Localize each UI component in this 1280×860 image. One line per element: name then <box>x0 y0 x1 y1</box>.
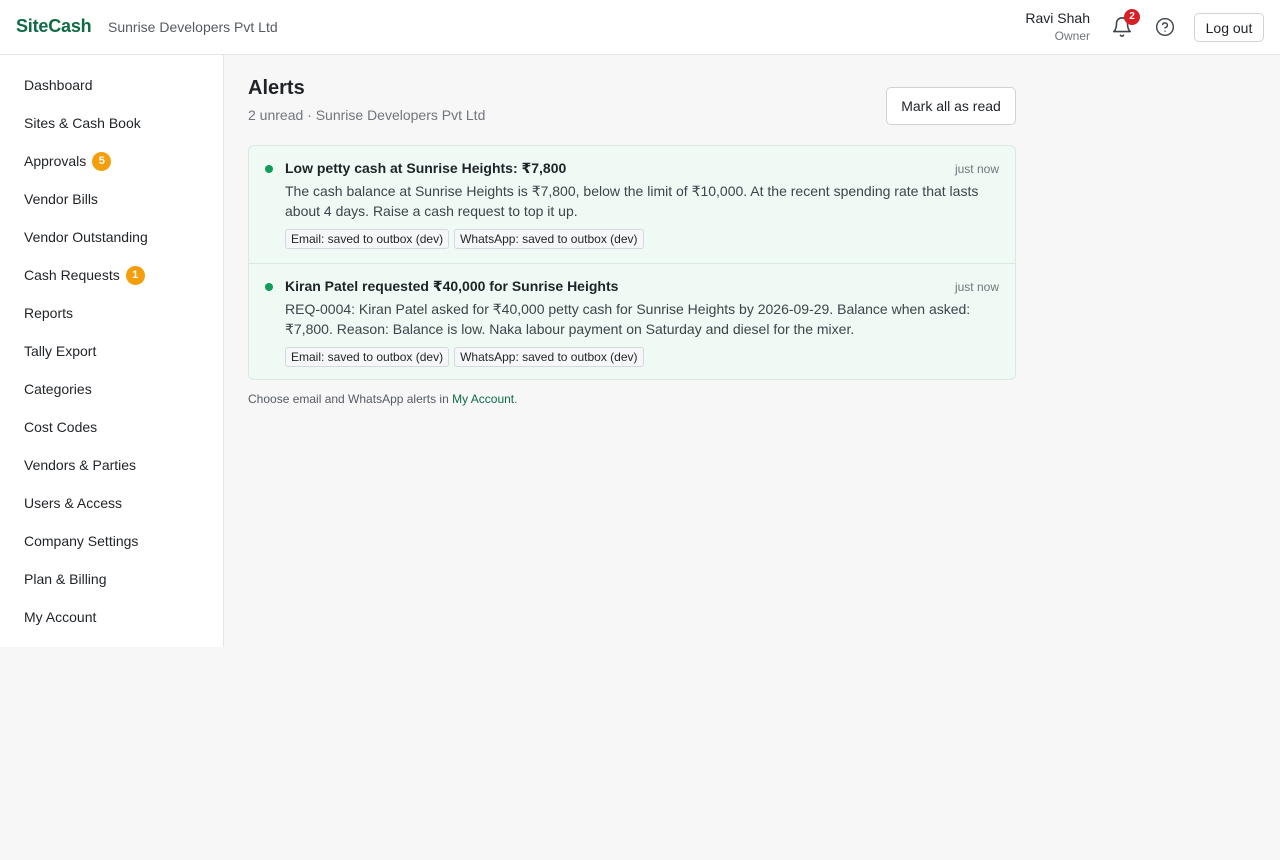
top-bar: SiteCash Sunrise Developers Pvt Ltd Ravi… <box>0 0 1280 55</box>
sidebar-item-users-access[interactable]: Users & Access <box>24 493 122 513</box>
sidebar-item-reports[interactable]: Reports <box>24 303 73 323</box>
company-name: Sunrise Developers Pvt Ltd <box>108 19 278 35</box>
alerts-list: Low petty cash at Sunrise Heights: ₹7,80… <box>248 145 1016 380</box>
sidebar-item-label: Reports <box>24 305 74 321</box>
approvals-count-badge: 5 <box>92 151 112 171</box>
email-status-chip: Email: saved to outbox (dev) <box>285 347 450 367</box>
sidebar-item-label: Cost Codes <box>24 419 98 435</box>
sidebar-item-company-settings[interactable]: Company Settings <box>24 531 138 551</box>
notification-count-badge: 2 <box>1124 9 1140 25</box>
sidebar-item-label: Users & Access <box>24 495 123 511</box>
sidebar-item-label: Vendor Outstanding <box>24 229 148 245</box>
page-subtitle: 2 unread · Sunrise Developers Pvt Ltd <box>248 107 486 123</box>
unread-dot-icon <box>265 283 273 291</box>
my-account-link[interactable]: My Account <box>452 392 514 406</box>
footnote-suffix: . <box>514 392 518 406</box>
delivery-status-chips: Email: saved to outbox (dev) WhatsApp: s… <box>285 347 644 367</box>
sidebar-item-label: My Account <box>24 609 97 625</box>
sidebar-item-cash-requests[interactable]: Cash Requests 1 <box>24 265 145 285</box>
alert-preferences-note: Choose email and WhatsApp alerts in My A… <box>248 392 517 406</box>
sidebar-item-label: Cash Requests <box>24 267 120 283</box>
sidebar-item-categories[interactable]: Categories <box>24 379 92 399</box>
sidebar-item-label: Sites & Cash Book <box>24 115 141 131</box>
sidebar-item-label: Vendors & Parties <box>24 457 137 473</box>
alert-body: REQ-0004: Kiran Patel asked for ₹40,000 … <box>285 301 971 337</box>
sidebar-item-vendors-parties[interactable]: Vendors & Parties <box>24 455 136 475</box>
email-status-chip: Email: saved to outbox (dev) <box>285 229 450 249</box>
sidebar: Dashboard Sites & Cash Book Approvals 5 V… <box>0 55 224 647</box>
whatsapp-status-chip: WhatsApp: saved to outbox (dev) <box>454 229 644 249</box>
sidebar-item-vendor-bills[interactable]: Vendor Bills <box>24 189 98 209</box>
unread-dot-icon <box>265 165 273 173</box>
sidebar-item-label: Tally Export <box>24 343 97 359</box>
sidebar-item-label: Plan & Billing <box>24 571 107 587</box>
alert-item[interactable]: Low petty cash at Sunrise Heights: ₹7,80… <box>249 146 1015 263</box>
mark-all-read-button[interactable]: Mark all as read <box>886 87 1016 125</box>
footnote-text: Choose email and WhatsApp alerts in <box>248 392 453 406</box>
brand-logo[interactable]: SiteCash <box>16 16 92 37</box>
sidebar-item-label: Vendor Bills <box>24 191 98 207</box>
user-role: Owner <box>1054 29 1090 43</box>
alert-title: Kiran Patel requested ₹40,000 for Sunris… <box>285 278 619 294</box>
logout-button[interactable]: Log out <box>1194 13 1264 42</box>
alert-title: Low petty cash at Sunrise Heights: ₹7,80… <box>285 160 567 176</box>
delivery-status-chips: Email: saved to outbox (dev) WhatsApp: s… <box>285 229 644 249</box>
sidebar-item-vendor-outstanding[interactable]: Vendor Outstanding <box>24 227 148 247</box>
alert-time: just now <box>954 162 999 176</box>
sidebar-item-label: Dashboard <box>24 77 93 93</box>
user-info: Ravi Shah Owner <box>1025 10 1090 44</box>
sidebar-item-dashboard[interactable]: Dashboard <box>24 75 93 95</box>
sidebar-item-sites-cash-book[interactable]: Sites & Cash Book <box>24 113 141 133</box>
page-title: Alerts <box>248 77 305 99</box>
sidebar-item-label: Categories <box>24 381 92 397</box>
whatsapp-status-chip: WhatsApp: saved to outbox (dev) <box>454 347 644 367</box>
alert-body: The cash balance at Sunrise Heights is ₹… <box>285 183 979 219</box>
alert-item[interactable]: Kiran Patel requested ₹40,000 for Sunris… <box>249 263 1015 379</box>
sidebar-item-approvals[interactable]: Approvals 5 <box>24 151 112 171</box>
cash-requests-count-badge: 1 <box>125 265 145 285</box>
alert-time: just now <box>954 280 999 294</box>
help-icon[interactable] <box>1155 17 1175 37</box>
user-name: Ravi Shah <box>1025 10 1090 26</box>
sidebar-item-tally-export[interactable]: Tally Export <box>24 341 96 361</box>
sidebar-item-label: Approvals <box>24 153 87 169</box>
sidebar-item-my-account[interactable]: My Account <box>24 607 96 627</box>
sidebar-item-cost-codes[interactable]: Cost Codes <box>24 417 97 437</box>
sidebar-item-plan-billing[interactable]: Plan & Billing <box>24 569 107 589</box>
sidebar-item-label: Company Settings <box>24 533 139 549</box>
